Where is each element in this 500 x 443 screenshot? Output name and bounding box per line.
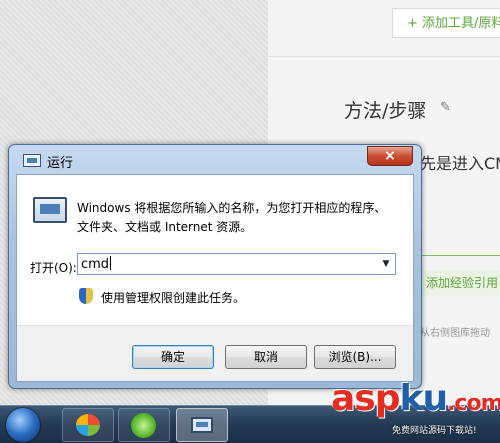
divider xyxy=(268,56,500,57)
dialog-body: Windows 将根据您所输入的名称，为您打开相应的程序、文件夹、文档或 Int… xyxy=(16,174,414,382)
run-program-icon xyxy=(33,197,67,223)
app-icon xyxy=(131,413,156,438)
taskbar-app-browser[interactable] xyxy=(62,408,114,442)
step-text: 先是进入CM xyxy=(420,154,500,173)
dialog-description: Windows 将根据您所输入的名称，为您打开相应的程序、文件夹、文档或 Int… xyxy=(77,201,387,234)
divider xyxy=(420,255,500,256)
add-tools-button[interactable]: + 添加工具/原料 xyxy=(392,8,500,38)
watermark-part: ku xyxy=(399,378,449,419)
ok-button[interactable]: 确定 xyxy=(132,345,214,369)
taskbar-app-green[interactable] xyxy=(118,408,170,442)
open-input-value[interactable]: cmd xyxy=(81,256,112,272)
hint-text: 从右侧图库拖动 xyxy=(420,328,490,339)
watermark-subtitle: 免费网站源码下载站! xyxy=(392,426,477,436)
close-button[interactable]: × xyxy=(367,146,413,166)
taskbar-app-run[interactable] xyxy=(176,408,228,442)
watermark-part: asp xyxy=(331,378,400,419)
aspku-watermark: aspku.com xyxy=(331,378,500,419)
admin-note: 使用管理权限创建此任务。 xyxy=(101,291,246,305)
dropdown-arrow-icon[interactable]: ▼ xyxy=(378,255,394,273)
dialog-title: 运行 xyxy=(47,156,74,171)
text-caret xyxy=(110,256,112,270)
run-dialog: 运行 × Windows 将根据您所输入的名称，为您打开相应的程序、文件夹、文档… xyxy=(8,144,422,389)
start-button[interactable] xyxy=(6,408,40,442)
browse-button[interactable]: 浏览(B)... xyxy=(314,345,396,369)
uac-shield-icon xyxy=(79,288,93,304)
pencil-icon[interactable]: ✎ xyxy=(440,100,451,115)
add-experience-button[interactable]: 添加经验引用 xyxy=(420,270,500,296)
browser-icon xyxy=(76,414,100,436)
section-title: 方法/步骤 xyxy=(344,100,427,122)
run-icon xyxy=(191,417,213,433)
cancel-button[interactable]: 取消 xyxy=(225,345,307,369)
watermark-part: .com xyxy=(447,391,500,416)
open-combobox[interactable]: cmd ▼ xyxy=(77,253,396,275)
open-label: 打开(O): xyxy=(30,261,77,275)
run-icon xyxy=(23,154,41,167)
